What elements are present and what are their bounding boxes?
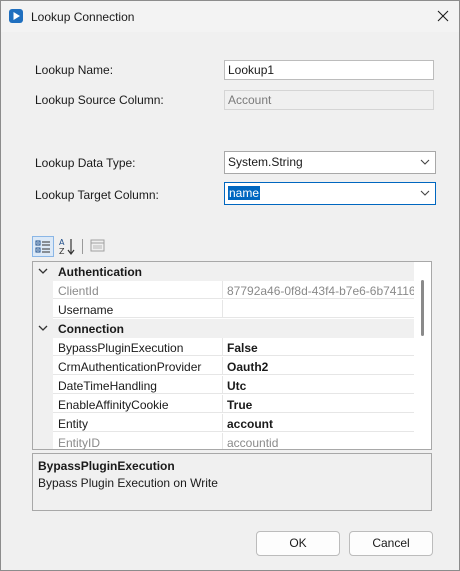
property-value[interactable]: accountid xyxy=(223,433,414,449)
vertical-scrollbar[interactable] xyxy=(414,262,431,449)
property-help-panel: BypassPluginExecution Bypass Plugin Exec… xyxy=(32,453,432,511)
lookup-source-label: Lookup Source Column: xyxy=(35,93,164,107)
property-name: EnableAffinityCookie xyxy=(53,395,223,413)
alphabetical-view-button[interactable]: A Z xyxy=(57,236,79,257)
collapse-chevron-icon[interactable] xyxy=(38,267,48,275)
chevron-down-icon xyxy=(420,190,430,196)
chevron-down-icon xyxy=(420,159,430,165)
ok-button[interactable]: OK xyxy=(256,531,340,556)
row-gutter xyxy=(33,376,53,395)
window-title: Lookup Connection xyxy=(31,10,135,24)
property-value[interactable]: Utc xyxy=(223,376,414,394)
lookup-target-column-combo[interactable]: name xyxy=(224,182,436,205)
lookup-data-type-label: Lookup Data Type: xyxy=(35,156,136,170)
property-value[interactable]: Oauth2 xyxy=(223,357,414,375)
scrollbar-thumb[interactable] xyxy=(421,280,424,336)
property-row-clientid[interactable]: ClientId 87792a46-0f8d-43f4-b7e6-6b74116… xyxy=(33,281,414,300)
property-row-datetimehandling[interactable]: DateTimeHandling Utc xyxy=(33,376,414,395)
property-name: Username xyxy=(53,300,223,318)
row-gutter xyxy=(33,395,53,414)
property-name: CrmAuthenticationProvider xyxy=(53,357,223,375)
property-value[interactable] xyxy=(223,300,414,318)
property-row-bypasspluginexecution[interactable]: BypassPluginExecution False xyxy=(33,338,414,357)
property-value[interactable]: False xyxy=(223,338,414,356)
category-name: Authentication xyxy=(58,265,142,279)
property-pages-button[interactable] xyxy=(87,236,109,257)
property-name: DateTimeHandling xyxy=(53,376,223,394)
lookup-target-column-label: Lookup Target Column: xyxy=(35,188,159,202)
row-gutter xyxy=(33,281,53,300)
property-row-entityid[interactable]: EntityID accountid xyxy=(33,433,414,449)
alphabetical-sort-icon: A Z xyxy=(59,238,75,256)
property-pages-icon xyxy=(90,239,105,252)
svg-text:A: A xyxy=(59,238,65,247)
row-gutter xyxy=(33,433,53,449)
cancel-button[interactable]: Cancel xyxy=(349,531,433,556)
lookup-data-type-combo[interactable]: System.String xyxy=(224,151,436,174)
property-name: ClientId xyxy=(53,281,223,299)
toolbar-separator xyxy=(82,239,83,254)
row-gutter xyxy=(33,357,53,376)
property-row-enableaffinitycookie[interactable]: EnableAffinityCookie True xyxy=(33,395,414,414)
category-authentication[interactable]: Authentication xyxy=(33,262,414,281)
property-grid[interactable]: Authentication ClientId 87792a46-0f8d-43… xyxy=(32,261,432,450)
help-title: BypassPluginExecution xyxy=(38,459,175,473)
row-gutter xyxy=(33,338,53,357)
property-row-username[interactable]: Username xyxy=(33,300,414,319)
collapse-chevron-icon[interactable] xyxy=(38,324,48,332)
close-icon[interactable] xyxy=(427,1,459,32)
title-bar: Lookup Connection xyxy=(1,1,459,32)
lookup-data-type-value: System.String xyxy=(228,155,303,169)
property-row-entity[interactable]: Entity account xyxy=(33,414,414,433)
property-value[interactable]: account xyxy=(223,414,414,432)
app-play-icon xyxy=(9,9,23,23)
category-name: Connection xyxy=(58,322,124,336)
lookup-name-label: Lookup Name: xyxy=(35,63,114,77)
property-value[interactable]: 87792a46-0f8d-43f4-b7e6-6b741168 xyxy=(223,281,414,299)
property-value[interactable]: True xyxy=(223,395,414,413)
help-description: Bypass Plugin Execution on Write xyxy=(38,476,218,490)
row-gutter xyxy=(33,300,53,319)
category-connection[interactable]: Connection xyxy=(33,319,414,338)
categorized-icon xyxy=(35,240,50,253)
property-name: EntityID xyxy=(53,433,223,449)
property-row-crmauthenticationprovider[interactable]: CrmAuthenticationProvider Oauth2 xyxy=(33,357,414,376)
lookup-name-input[interactable]: Lookup1 xyxy=(224,60,434,80)
categorized-view-button[interactable] xyxy=(32,236,54,257)
row-gutter xyxy=(33,414,53,433)
svg-text:Z: Z xyxy=(59,247,65,256)
lookup-source-field: Account xyxy=(224,90,434,110)
property-name: BypassPluginExecution xyxy=(53,338,223,356)
lookup-target-column-value: name xyxy=(228,186,261,200)
lookup-connection-dialog: Lookup Connection Lookup Name: Lookup1 L… xyxy=(0,0,460,571)
property-name: Entity xyxy=(53,414,223,432)
